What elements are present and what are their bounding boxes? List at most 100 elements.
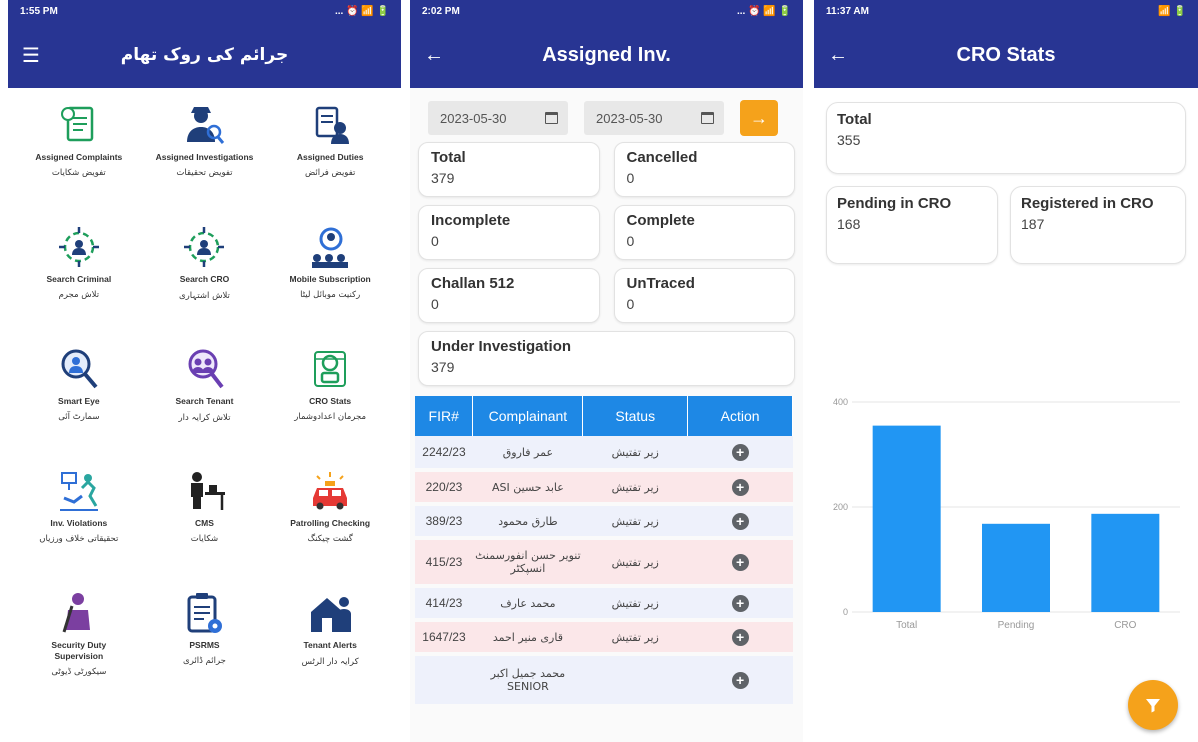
investigator-icon [187,107,225,144]
summary-card-complete[interactable]: Complete 0 [613,205,795,260]
bar-total [872,425,941,612]
status-icons: ... ⏰ 📶 🔋 [736,5,791,17]
status-bar: 2:02 PM ... ⏰ 📶 🔋 [410,0,803,22]
table-row[interactable]: 1647/23 قاری منیر احمد زیر تفتیش + [415,620,793,654]
search-arrow-button[interactable]: → [740,100,778,136]
table-row[interactable]: 415/23 تنویر حسن انفورسمنٹ انسپکٹر زیر ت… [415,538,793,586]
date-to-field[interactable]: 2023-05-30 [584,101,724,135]
grid-item-cro-stats[interactable]: CRO Stats مجرمان اعدادوشمار [267,346,393,446]
grid-item-label: Security Duty Supervision [51,640,107,661]
grid-item-label: Search Criminal [46,274,112,284]
column-header-action[interactable]: Action [687,396,793,436]
grid-item-urdu-label: مجرمان اعدادوشمار [294,412,366,422]
add-circle-icon[interactable]: + [731,553,749,571]
back-arrow-icon[interactable]: ← [424,44,444,67]
y-tick-label: 0 [843,607,848,617]
table-row[interactable]: 220/23 ASI عابد حسین زیر تفتیش + [415,470,793,504]
grid-item-label: Mobile Subscription [289,274,371,284]
menu-icon[interactable]: ☰ [22,43,40,68]
status-cell: زیر تفتیش [582,504,688,538]
add-circle-icon[interactable]: + [731,478,749,496]
page-title: Assigned Inv. [542,43,671,66]
complainant-cell: تنویر حسن انفورسمنٹ انسپکٹر [472,538,583,586]
grid-item-urdu-label: گشت چیکنگ [307,534,353,544]
fir-cell: 415/23 [415,538,473,586]
grid-item-security-duty-supervision[interactable]: Security Duty Supervision سیکورٹی ڈیوٹی [16,590,142,690]
grid-item-assigned-complaints[interactable]: Assigned Complaints تفویض شکایات [16,102,142,202]
table-row[interactable]: 2242/23 عمر فاروق زیر تفتیش + [415,436,793,470]
grid-item-urdu-label: سمارٹ آئی [58,412,100,422]
magnifier-person-icon [61,349,98,389]
summary-card-total[interactable]: Total 379 [418,142,600,197]
summary-cards: Total 379 Cancelled 0 Incomplete 0 Complete… [410,136,803,386]
grid-item-mobile-subscription[interactable]: Mobile Subscription رکنیت موبائل لیٹا [267,224,393,324]
status-time: 11:37 AM [826,5,869,17]
crime-prevention-screen: 1:55 PM ... ⏰ 📶 🔋 ☰ جرائم کی روک تھام As… [8,0,401,742]
grid-item-assigned-investigations[interactable]: Assigned Investigations تفویض تحقیقات [142,102,268,202]
grid-item-inv-violations[interactable]: Inv. Violations تحقیقاتی خلاف ورزیاں [16,468,142,568]
registered-card: Registered in CRO 187 [1010,186,1186,264]
grid-item-label: Tenant Alerts [303,640,357,650]
status-bar: 11:37 AM 📶 🔋 [814,0,1198,22]
table-row[interactable]: 414/23 محمد عارف زیر تفتیش + [415,586,793,620]
action-cell: + [687,504,793,538]
grid-item-smart-eye[interactable]: Smart Eye سمارٹ آئی [16,346,142,446]
status-time: 1:55 PM [20,5,58,17]
card-label: Under Investigation [431,338,572,355]
total-card: Total 355 [826,102,1186,174]
bar-cro [1091,513,1160,612]
date-from-field[interactable]: 2023-05-30 [428,101,568,135]
grid-item-urdu-label: تلاش اشتہاری [179,291,230,301]
grid-item-search-criminal[interactable]: Search Criminal تلاش مجرم [16,224,142,324]
summary-card-cancelled[interactable]: Cancelled 0 [613,142,795,197]
grid-item-label: Assigned Duties [296,152,364,162]
grid-item-search-tenant[interactable]: Search Tenant تلاش کرایہ دار [142,346,268,446]
grid-item-urdu-label: تفویض تحقیقات [176,168,233,178]
filter-button[interactable] [1128,680,1178,730]
summary-card-incomplete[interactable]: Incomplete 0 [418,205,600,260]
table-row[interactable]: 389/23 طارق محمود زیر تفتیش + [415,504,793,538]
card-label: Challan 512 [431,275,515,292]
grid-item-label: PSRMS [189,640,220,650]
back-arrow-icon[interactable]: ← [828,44,848,67]
summary-card-challan-512[interactable]: Challan 512 0 [418,268,600,323]
page-title: CRO Stats [956,43,1056,66]
add-circle-icon[interactable]: + [731,671,749,689]
card-label: Registered in CRO [1021,195,1154,212]
column-header-fir[interactable]: FIR# [415,396,474,436]
card-label: UnTraced [626,275,695,292]
column-header-status[interactable]: Status [582,396,689,436]
calendar-icon [701,112,714,124]
summary-card-untraced[interactable]: UnTraced 0 [613,268,795,323]
grid-item-assigned-duties[interactable]: Assigned Duties تفویض فرائض [267,102,393,202]
grid-item-patrolling-checking[interactable]: Patrolling Checking گشت چیکنگ [267,468,393,568]
date-filter-row: 2023-05-30 2023-05-30 → [410,88,803,136]
grid-item-urdu-label: تفویض شکایات [51,168,106,178]
card-value: 0 [626,170,635,186]
add-circle-icon[interactable]: + [731,443,749,461]
card-value: 168 [837,216,861,232]
page-title: جرائم کی روک تھام [120,45,289,65]
y-tick-label: 200 [833,502,848,512]
add-circle-icon[interactable]: + [731,594,749,612]
grid-item-cms[interactable]: CMS شکایات [142,468,268,568]
card-value: 355 [837,132,861,148]
add-circle-icon[interactable]: + [731,628,749,646]
cro-bar-chart: 0 200 400 Total Pending CRO [833,397,1180,631]
summary-card-under-investigation[interactable]: Under Investigation 379 [418,331,795,386]
add-circle-icon[interactable]: + [731,512,749,530]
grid-item-psrms[interactable]: PSRMS جرائم ڈائری [142,590,268,690]
desk-officer-icon [191,472,226,510]
fir-cell: 414/23 [415,586,473,620]
filter-icon [1146,699,1160,713]
app-bar: ☰ جرائم کی روک تھام [8,22,401,88]
complainant-cell: عمر فاروق [472,436,583,470]
group-search-icon [312,227,349,268]
date-from-value: 2023-05-30 [440,110,507,126]
status-cell: زیر تفتیش [582,620,688,654]
grid-item-search-cro[interactable]: Search CRO تلاش اشتہاری [142,224,268,324]
column-header-complainant[interactable]: Complainant [472,396,584,436]
grid-item-tenant-alerts[interactable]: Tenant Alerts کرایہ دار الرٹس [267,590,393,690]
table-row[interactable]: محمد جمیل اکبر SENIOR + [415,654,793,706]
complainant-cell: محمد جمیل اکبر SENIOR [472,654,583,706]
